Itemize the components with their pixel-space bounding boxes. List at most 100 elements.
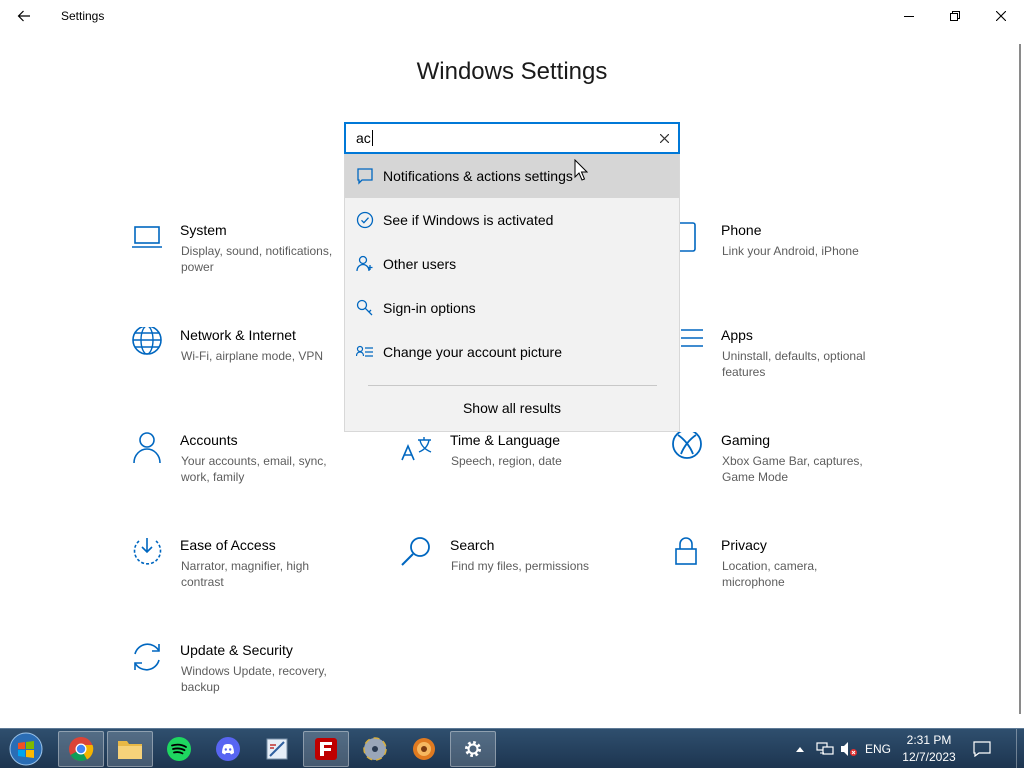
language-icon (401, 437, 432, 461)
taskbar-disc-burner[interactable] (352, 731, 398, 767)
volume-tray-button[interactable] (838, 729, 860, 769)
divider (368, 385, 657, 386)
spotify-icon (167, 737, 191, 761)
discord-icon (216, 737, 240, 761)
tile-name: System (180, 222, 227, 238)
tile-time-language[interactable]: Time & Language Speech, region, date (400, 432, 630, 512)
title-bar: Settings (0, 0, 1024, 32)
tile-privacy[interactable]: Privacy Location, camera, microphone (671, 537, 901, 617)
filezilla-icon (315, 738, 337, 760)
clock[interactable]: 2:31 PM 12/7/2023 (896, 732, 962, 766)
tile-gaming[interactable]: Gaming Xbox Game Bar, captures, Game Mod… (671, 432, 901, 512)
search-suggestions: Notifications & actions settings See if … (344, 154, 680, 432)
mouse-cursor-icon (574, 159, 588, 181)
search-input[interactable]: ac (344, 122, 680, 154)
clock-date: 12/7/2023 (902, 750, 956, 764)
back-arrow-icon (17, 10, 30, 22)
start-button[interactable] (6, 731, 46, 767)
suggestion-label: Notifications & actions settings (383, 168, 573, 184)
suggestion-item[interactable]: Other users (345, 242, 679, 286)
action-center-icon (973, 741, 991, 757)
taskbar-discord[interactable] (205, 731, 251, 767)
suggestion-item[interactable]: Sign-in options (345, 286, 679, 330)
windows-orb-icon (9, 732, 43, 766)
suggestion-item[interactable]: See if Windows is activated (345, 198, 679, 242)
network-tray-button[interactable] (814, 729, 836, 769)
show-all-results-link[interactable]: Show all results (345, 400, 679, 416)
paint-icon (266, 738, 288, 760)
text-caret (371, 130, 373, 146)
scrollbar[interactable] (1019, 44, 1021, 714)
tile-name: Phone (721, 222, 762, 238)
suggestion-label: See if Windows is activated (383, 212, 554, 228)
page-title: Windows Settings (416, 58, 608, 85)
taskbar-spotify[interactable] (156, 731, 202, 767)
tile-description: Link your Android, iPhone (722, 244, 859, 258)
clock-time: 2:31 PM (906, 733, 952, 747)
minimize-button[interactable] (886, 0, 932, 32)
taskbar: ENG 2:31 PM 12/7/2023 (0, 728, 1024, 769)
volume-muted-icon (841, 742, 857, 756)
language-indicator[interactable]: ENG (862, 729, 894, 769)
taskbar-settings[interactable] (450, 731, 496, 767)
chrome-icon (69, 737, 94, 762)
account-list-icon (356, 345, 373, 357)
search-input-value: ac (356, 130, 373, 146)
back-button[interactable] (6, 0, 42, 32)
tile-description: Speech, region, date (451, 454, 562, 468)
show-desktop-button[interactable] (1016, 729, 1022, 769)
tile-description: Narrator, magnifier, high contrast (181, 559, 310, 589)
search-clear-button[interactable] (656, 130, 672, 146)
suggestion-item[interactable]: Notifications & actions settings (345, 154, 679, 198)
clear-x-icon (659, 133, 669, 143)
tile-system[interactable]: System Display, sound, notifications, po… (130, 222, 360, 302)
key-icon (356, 299, 373, 316)
tile-description: Xbox Game Bar, captures, Game Mode (722, 454, 863, 484)
tile-accounts[interactable]: Accounts Your accounts, email, sync, wor… (130, 432, 360, 512)
check-circle-icon (356, 211, 374, 229)
taskbar-media-player[interactable] (401, 731, 447, 767)
network-icon (816, 742, 834, 755)
tile-name: Search (450, 537, 495, 553)
show-hidden-icons-button[interactable] (792, 729, 808, 769)
settings-gear-icon (465, 741, 481, 757)
tile-network[interactable]: Network & Internet Wi-Fi, airplane mode,… (130, 327, 360, 407)
tile-apps[interactable]: Apps Uninstall, defaults, optional featu… (671, 327, 901, 407)
notification-icon (357, 168, 373, 185)
tile-name: Apps (721, 327, 753, 343)
tile-name: Update & Security (180, 642, 293, 658)
tile-description: Your accounts, email, sync, work, family (181, 454, 327, 484)
disc-burner-icon (363, 737, 387, 761)
action-center-button[interactable] (968, 729, 996, 769)
tile-description: Wi-Fi, airplane mode, VPN (181, 349, 324, 363)
tile-name: Gaming (721, 432, 771, 448)
restore-button[interactable] (932, 0, 978, 32)
suggestion-label: Sign-in options (383, 300, 476, 316)
taskbar-paint[interactable] (254, 731, 300, 767)
media-player-icon (413, 738, 435, 760)
tile-description: Uninstall, defaults, optional features (722, 349, 866, 379)
tile-update-security[interactable]: Update & Security Windows Update, recove… (130, 642, 360, 722)
window-title: Settings (61, 9, 105, 23)
globe-icon (132, 327, 162, 355)
laptop-icon (132, 226, 162, 248)
suggestion-label: Other users (383, 256, 457, 272)
person-icon (133, 432, 161, 464)
tile-search[interactable]: Search Find my files, permissions (400, 537, 630, 617)
taskbar-filezilla[interactable] (303, 731, 349, 767)
taskbar-file-explorer[interactable] (107, 731, 153, 767)
tile-name: Network & Internet (180, 327, 296, 343)
file-explorer-icon (118, 741, 142, 759)
tile-ease-of-access[interactable]: Ease of Access Narrator, magnifier, high… (130, 537, 360, 617)
chevron-up-icon (796, 746, 804, 752)
taskbar-chrome[interactable] (58, 731, 104, 767)
suggestion-label: Change your account picture (383, 344, 562, 360)
suggestion-item[interactable]: Change your account picture (345, 330, 679, 374)
sync-icon (134, 643, 160, 671)
tile-name: Ease of Access (180, 537, 276, 553)
close-button[interactable] (978, 0, 1024, 32)
tile-description: Windows Update, recovery, backup (181, 664, 327, 694)
tile-name: Accounts (180, 432, 238, 448)
tile-name: Privacy (721, 537, 767, 553)
tile-phone[interactable]: Phone Link your Android, iPhone (671, 222, 901, 302)
